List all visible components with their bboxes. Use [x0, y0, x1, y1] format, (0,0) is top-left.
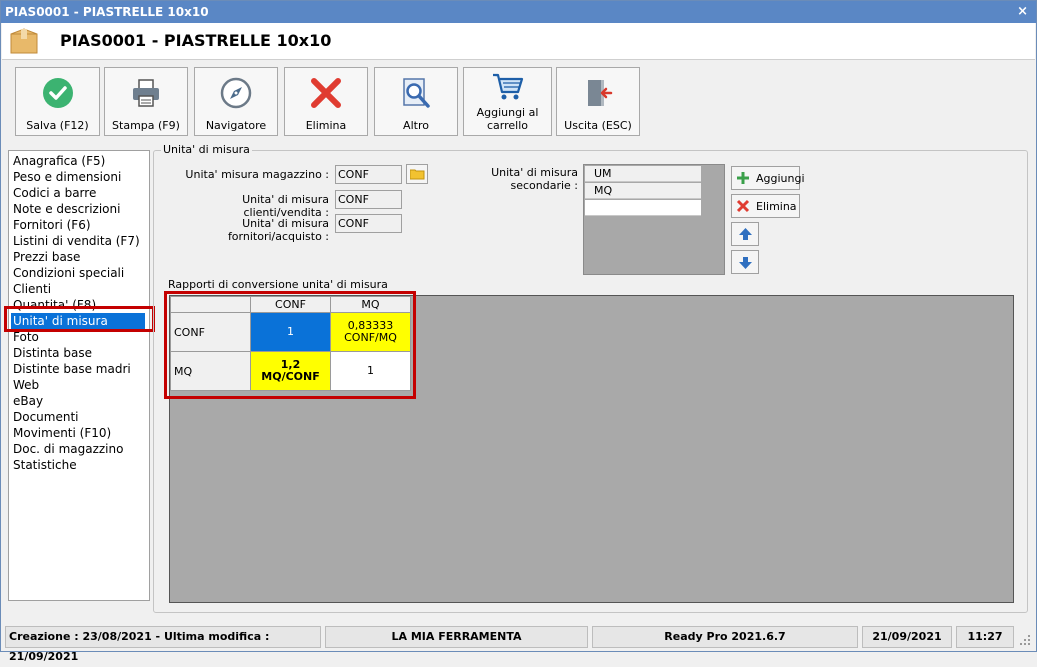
secondary-units-label: Unita' di misura secondarie : [491, 166, 578, 192]
sidebar-item[interactable]: Prezzi base [9, 249, 149, 265]
status-dates: Creazione : 23/08/2021 - Ultima modifica… [5, 626, 321, 663]
other-button[interactable]: Altro [374, 67, 458, 136]
add-to-cart-label-line1: Aggiungi al [476, 106, 539, 119]
sidebar-item[interactable]: Distinta base [9, 345, 149, 361]
secondary-units-list[interactable]: UM MQ [583, 164, 725, 275]
status-version: Ready Pro 2021.6.7 [592, 626, 858, 648]
group-title: Unita' di misura [161, 143, 252, 156]
sidebar-item[interactable]: Doc. di magazzino [9, 441, 149, 457]
delete-x-icon [311, 78, 341, 108]
sidebar-item[interactable]: Note e descrizioni [9, 201, 149, 217]
exit-label: Uscita (ESC) [564, 119, 632, 132]
conversion-title: Rapporti di conversione unita' di misura [168, 278, 388, 291]
folder-icon [410, 169, 425, 180]
compass-icon [220, 77, 252, 109]
suppliers-unit-label: Unita' di misura fornitori/acquisto : [227, 217, 329, 243]
x-icon [736, 199, 750, 213]
selection-highlight [4, 306, 155, 332]
exit-door-icon [588, 80, 613, 106]
header: PIAS0001 - PIASTRELLE 10x10 [2, 23, 1035, 60]
customers-unit-field[interactable]: CONF [335, 190, 402, 209]
conversion-highlight [164, 291, 416, 399]
list-item[interactable]: UM [585, 166, 701, 182]
resize-grip-icon[interactable] [1019, 634, 1031, 646]
navigator-label: Navigatore [205, 119, 267, 132]
delete-button[interactable]: Elimina [284, 67, 368, 136]
sidebar-item[interactable]: Anagrafica (F5) [9, 153, 149, 169]
exit-button[interactable]: Uscita (ESC) [556, 67, 640, 136]
customers-unit-label: Unita' di misura clienti/vendita : [242, 193, 329, 219]
sidebar-item[interactable]: Fornitori (F6) [9, 217, 149, 233]
add-to-cart-label: Aggiungi al carrello [464, 106, 551, 132]
other-label: Altro [403, 119, 429, 132]
sidebar-nav: Anagrafica (F5) Peso e dimensioni Codici a… [8, 150, 150, 601]
print-button[interactable]: Stampa (F9) [104, 67, 188, 136]
title-bar: PIAS0001 - PIASTRELLE 10x10 × [1, 1, 1036, 23]
print-label: Stampa (F9) [112, 119, 180, 132]
cart-icon [492, 73, 523, 100]
magnifier-document-icon [403, 78, 430, 108]
list-item[interactable]: MQ [585, 183, 701, 199]
warehouse-unit-label: Unita' misura magazzino : [185, 168, 329, 181]
move-down-button[interactable] [731, 250, 759, 274]
status-company: LA MIA FERRAMENTA [325, 626, 588, 648]
window-title: PIAS0001 - PIASTRELLE 10x10 [5, 5, 209, 19]
list-item[interactable] [585, 200, 701, 216]
navigator-button[interactable]: Navigatore [194, 67, 278, 136]
sidebar-item[interactable]: Codici a barre [9, 185, 149, 201]
move-up-button[interactable] [731, 222, 759, 246]
box-icon [10, 28, 38, 54]
sidebar-item[interactable]: Distinte base madri [9, 361, 149, 377]
sidebar-item[interactable]: Condizioni speciali [9, 265, 149, 281]
add-to-cart-button[interactable]: Aggiungi al carrello [463, 67, 552, 136]
delete-label: Elimina [305, 119, 347, 132]
add-button-label: Aggiungi [756, 172, 805, 185]
page-title: PIAS0001 - PIASTRELLE 10x10 [60, 31, 332, 50]
suppliers-unit-field[interactable]: CONF [335, 214, 402, 233]
status-time: 11:27 [956, 626, 1014, 648]
browse-button[interactable] [406, 164, 428, 184]
add-to-cart-label-line2: carrello [486, 119, 528, 132]
sidebar-item[interactable]: Statistiche [9, 457, 149, 473]
remove-button[interactable]: Elimina [731, 194, 800, 218]
printer-icon [133, 79, 159, 107]
status-date: 21/09/2021 [862, 626, 952, 648]
main-window: PIAS0001 - PIASTRELLE 10x10 × PIAS0001 -… [0, 0, 1037, 663]
warehouse-unit-field[interactable]: CONF [335, 165, 402, 184]
sidebar-item[interactable]: Listini di vendita (F7) [9, 233, 149, 249]
add-button[interactable]: Aggiungi [731, 166, 805, 190]
plus-icon [737, 172, 749, 184]
arrow-down-icon [739, 257, 752, 269]
sidebar-item[interactable]: Documenti [9, 409, 149, 425]
sidebar-item[interactable]: eBay [9, 393, 149, 409]
remove-button-label: Elimina [756, 200, 797, 213]
sidebar-item[interactable]: Movimenti (F10) [9, 425, 149, 441]
arrow-up-icon [739, 228, 752, 240]
sidebar-item[interactable]: Clienti [9, 281, 149, 297]
save-button[interactable]: Salva (F12) [15, 67, 100, 136]
close-icon[interactable]: × [1017, 1, 1028, 23]
save-label: Salva (F12) [26, 119, 89, 132]
sidebar-item[interactable]: Web [9, 377, 149, 393]
checkmark-icon [42, 78, 73, 108]
sidebar-item[interactable]: Peso e dimensioni [9, 169, 149, 185]
